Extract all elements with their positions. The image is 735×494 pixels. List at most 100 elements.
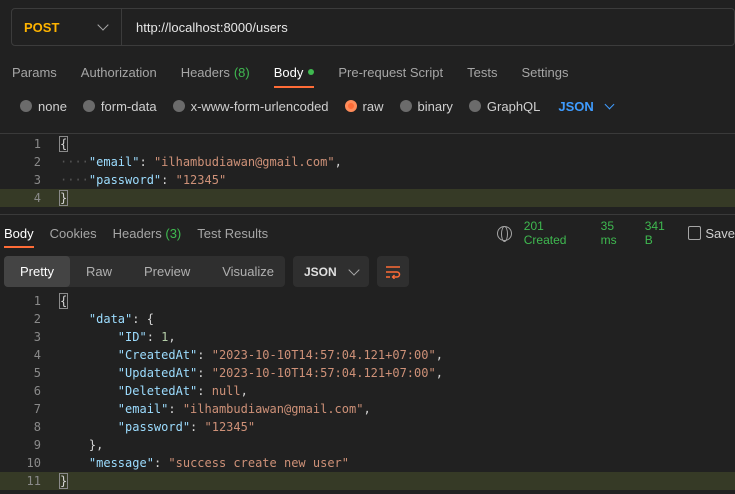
json-key: "email" — [88, 155, 140, 169]
radio-circle-selected — [344, 100, 357, 112]
line-number: 3 — [33, 173, 41, 187]
json-string: "2023-10-10T14:57:04.121+07:00" — [211, 348, 436, 362]
json-key: "UpdatedAt" — [117, 366, 198, 380]
status-code[interactable]: 201 Created — [524, 219, 589, 247]
radio-binary-label: binary — [417, 98, 453, 114]
code-line: 3 "ID": 1, — [0, 328, 735, 346]
line-number: 2 — [33, 312, 41, 326]
method-select[interactable]: POST — [12, 9, 122, 45]
response-body-viewer[interactable]: 1 { 2 "data": { 3 "ID": 1, 4 "CreatedAt"… — [0, 292, 735, 490]
json-string: "ilhambudiawan@gmail.com" — [182, 402, 364, 416]
resp-tab-test-results[interactable]: Test Results — [197, 226, 268, 241]
resp-tab-headers[interactable]: Headers (3) — [113, 226, 182, 241]
line-number: 6 — [33, 384, 41, 398]
radio-binary[interactable]: binary — [399, 98, 453, 114]
line-number: 4 — [33, 191, 41, 205]
request-url-bar: POST http://localhost:8000/users — [11, 8, 735, 46]
radio-urlencoded[interactable]: x-www-form-urlencoded — [172, 98, 329, 114]
code-line-active: 11 } — [0, 472, 735, 490]
line-number: 4 — [33, 348, 41, 362]
code-line: 1 { — [0, 135, 735, 153]
radio-graphql[interactable]: GraphQL — [468, 98, 541, 114]
radio-circle — [82, 100, 95, 112]
json-key: "CreatedAt" — [117, 348, 198, 362]
json-key: "password" — [88, 173, 162, 187]
resp-tab-headers-count: (3) — [165, 225, 182, 241]
code-line: 9 }, — [0, 436, 735, 454]
chevron-down-icon — [604, 99, 615, 109]
tab-settings[interactable]: Settings — [521, 62, 568, 82]
line-number: 11 — [26, 474, 41, 488]
wrap-lines-button[interactable] — [377, 256, 409, 287]
request-tabs: Params Authorization Headers (8) Body Pr… — [12, 62, 592, 88]
json-string: "12345" — [175, 173, 227, 187]
radio-none[interactable]: none — [20, 99, 67, 114]
response-time[interactable]: 35 ms — [601, 219, 633, 247]
json-string: "2023-10-10T14:57:04.121+07:00" — [211, 366, 436, 380]
resp-tab-cookies[interactable]: Cookies — [50, 226, 97, 241]
globe-icon[interactable] — [497, 225, 512, 242]
json-key: "ID" — [117, 330, 147, 344]
save-response-button[interactable]: Save — [705, 226, 735, 241]
code-line: 8 "password": "12345" — [0, 418, 735, 436]
line-number: 1 — [33, 294, 41, 308]
resp-tab-headers-label: Headers — [112, 225, 162, 241]
radio-urlencoded-label: x-www-form-urlencoded — [190, 98, 329, 114]
json-string: "ilhambudiawan@gmail.com" — [153, 155, 335, 169]
json-key: "data" — [88, 312, 133, 326]
tab-tests[interactable]: Tests — [467, 62, 497, 82]
tab-params[interactable]: Params — [12, 62, 57, 82]
radio-circle — [468, 100, 481, 112]
tab-headers-label: Headers — [180, 64, 230, 80]
json-key: "message" — [88, 456, 154, 470]
code-line: 7 "email": "ilhambudiawan@gmail.com", — [0, 400, 735, 418]
tab-headers-count: (8) — [233, 64, 250, 80]
code-line: 10 "message": "success create new user" — [0, 454, 735, 472]
tab-body-label: Body — [273, 64, 304, 80]
json-string: "success create new user" — [168, 456, 350, 470]
radio-raw[interactable]: raw — [344, 98, 384, 114]
json-key: "DeletedAt" — [117, 384, 198, 398]
code-line: 4 "CreatedAt": "2023-10-10T14:57:04.121+… — [0, 346, 735, 364]
radio-none-label: none — [38, 98, 67, 114]
json-string: "12345" — [204, 420, 256, 434]
line-number: 3 — [33, 330, 41, 344]
response-format-select[interactable]: JSON — [293, 256, 369, 287]
radio-form-data-label: form-data — [100, 98, 157, 114]
resp-tab-body[interactable]: Body — [4, 226, 34, 248]
code-line: 2 "data": { — [0, 310, 735, 328]
view-raw[interactable]: Raw — [70, 256, 128, 287]
json-key: "password" — [117, 420, 191, 434]
body-format-select[interactable]: JSON — [558, 98, 615, 114]
close-brace: } — [58, 190, 69, 206]
body-format-label: JSON — [558, 98, 594, 114]
url-input[interactable]: http://localhost:8000/users — [122, 20, 288, 35]
radio-form-data[interactable]: form-data — [82, 98, 157, 114]
request-body-editor[interactable]: 1 { 2 ····"email": "ilhambudiawan@gmail.… — [0, 135, 735, 207]
view-pretty[interactable]: Pretty — [4, 256, 70, 287]
line-number: 9 — [33, 438, 41, 452]
close-brace: } — [58, 473, 69, 489]
radio-graphql-label: GraphQL — [486, 98, 541, 114]
radio-circle — [172, 100, 185, 112]
view-preview[interactable]: Preview — [128, 256, 206, 287]
tab-authorization[interactable]: Authorization — [81, 62, 157, 82]
tab-headers[interactable]: Headers (8) — [181, 62, 250, 82]
code-line: 5 "UpdatedAt": "2023-10-10T14:57:04.121+… — [0, 364, 735, 382]
response-tabs: Body Cookies Headers (3) Test Results — [4, 224, 284, 248]
radio-raw-label: raw — [362, 98, 384, 114]
code-line-active: 4 } — [0, 189, 735, 207]
response-size[interactable]: 341 B — [645, 219, 676, 247]
radio-circle — [20, 100, 32, 112]
code-line: 6 "DeletedAt": null, — [0, 382, 735, 400]
response-status: 201 Created 35 ms 341 B Save — [497, 219, 735, 247]
view-visualize[interactable]: Visualize — [206, 256, 290, 287]
tab-body[interactable]: Body — [273, 62, 315, 88]
open-brace: { — [58, 293, 69, 309]
body-indicator-dot — [308, 69, 315, 75]
chevron-down-icon — [348, 263, 360, 276]
save-icon[interactable] — [687, 226, 702, 240]
response-view-modes: Pretty Raw Preview Visualize — [4, 256, 285, 287]
tab-prerequest-script[interactable]: Pre-request Script — [338, 62, 443, 82]
line-number: 8 — [33, 420, 41, 434]
